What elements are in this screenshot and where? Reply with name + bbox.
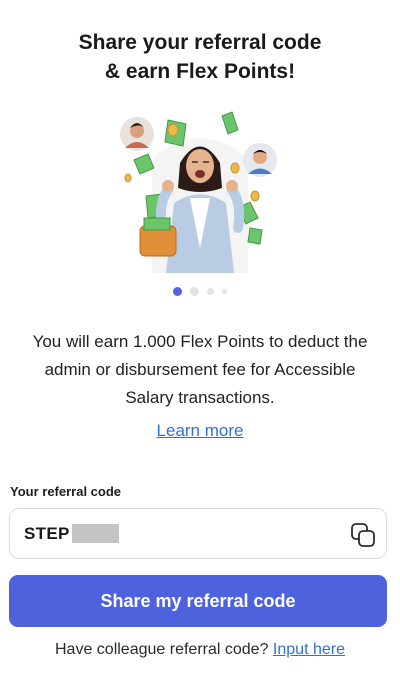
input-here-link[interactable]: Input here [273,641,345,658]
carousel-dot-1[interactable] [173,287,182,296]
referral-code-value: STEP [24,523,70,543]
referral-illustration [110,108,290,273]
learn-more-container: Learn more [0,421,400,441]
referral-code-label: Your referral code [10,484,122,499]
carousel-indicator [0,287,400,296]
page-title: Share your referral code & earn Flex Poi… [0,28,400,86]
carousel-dot-2[interactable] [190,287,199,296]
share-referral-code-button[interactable]: Share my referral code [9,575,387,627]
referral-code-field: STEP [9,508,387,559]
carousel-dot-4[interactable] [222,289,227,294]
colleague-referral-footer: Have colleague referral code? Input here [0,641,400,659]
redacted-code-mask [71,524,119,543]
carousel-dot-3[interactable] [207,288,214,295]
colleague-referral-prompt: Have colleague referral code? [55,641,269,658]
copy-icon[interactable] [350,522,376,548]
referral-description: You will earn 1.000 Flex Points to deduc… [32,332,368,407]
celebrating-woman-image [120,111,277,273]
title-line-1: Share your referral code [78,31,322,54]
title-line-2: & earn Flex Points! [104,60,296,83]
learn-more-link[interactable]: Learn more [157,421,244,440]
